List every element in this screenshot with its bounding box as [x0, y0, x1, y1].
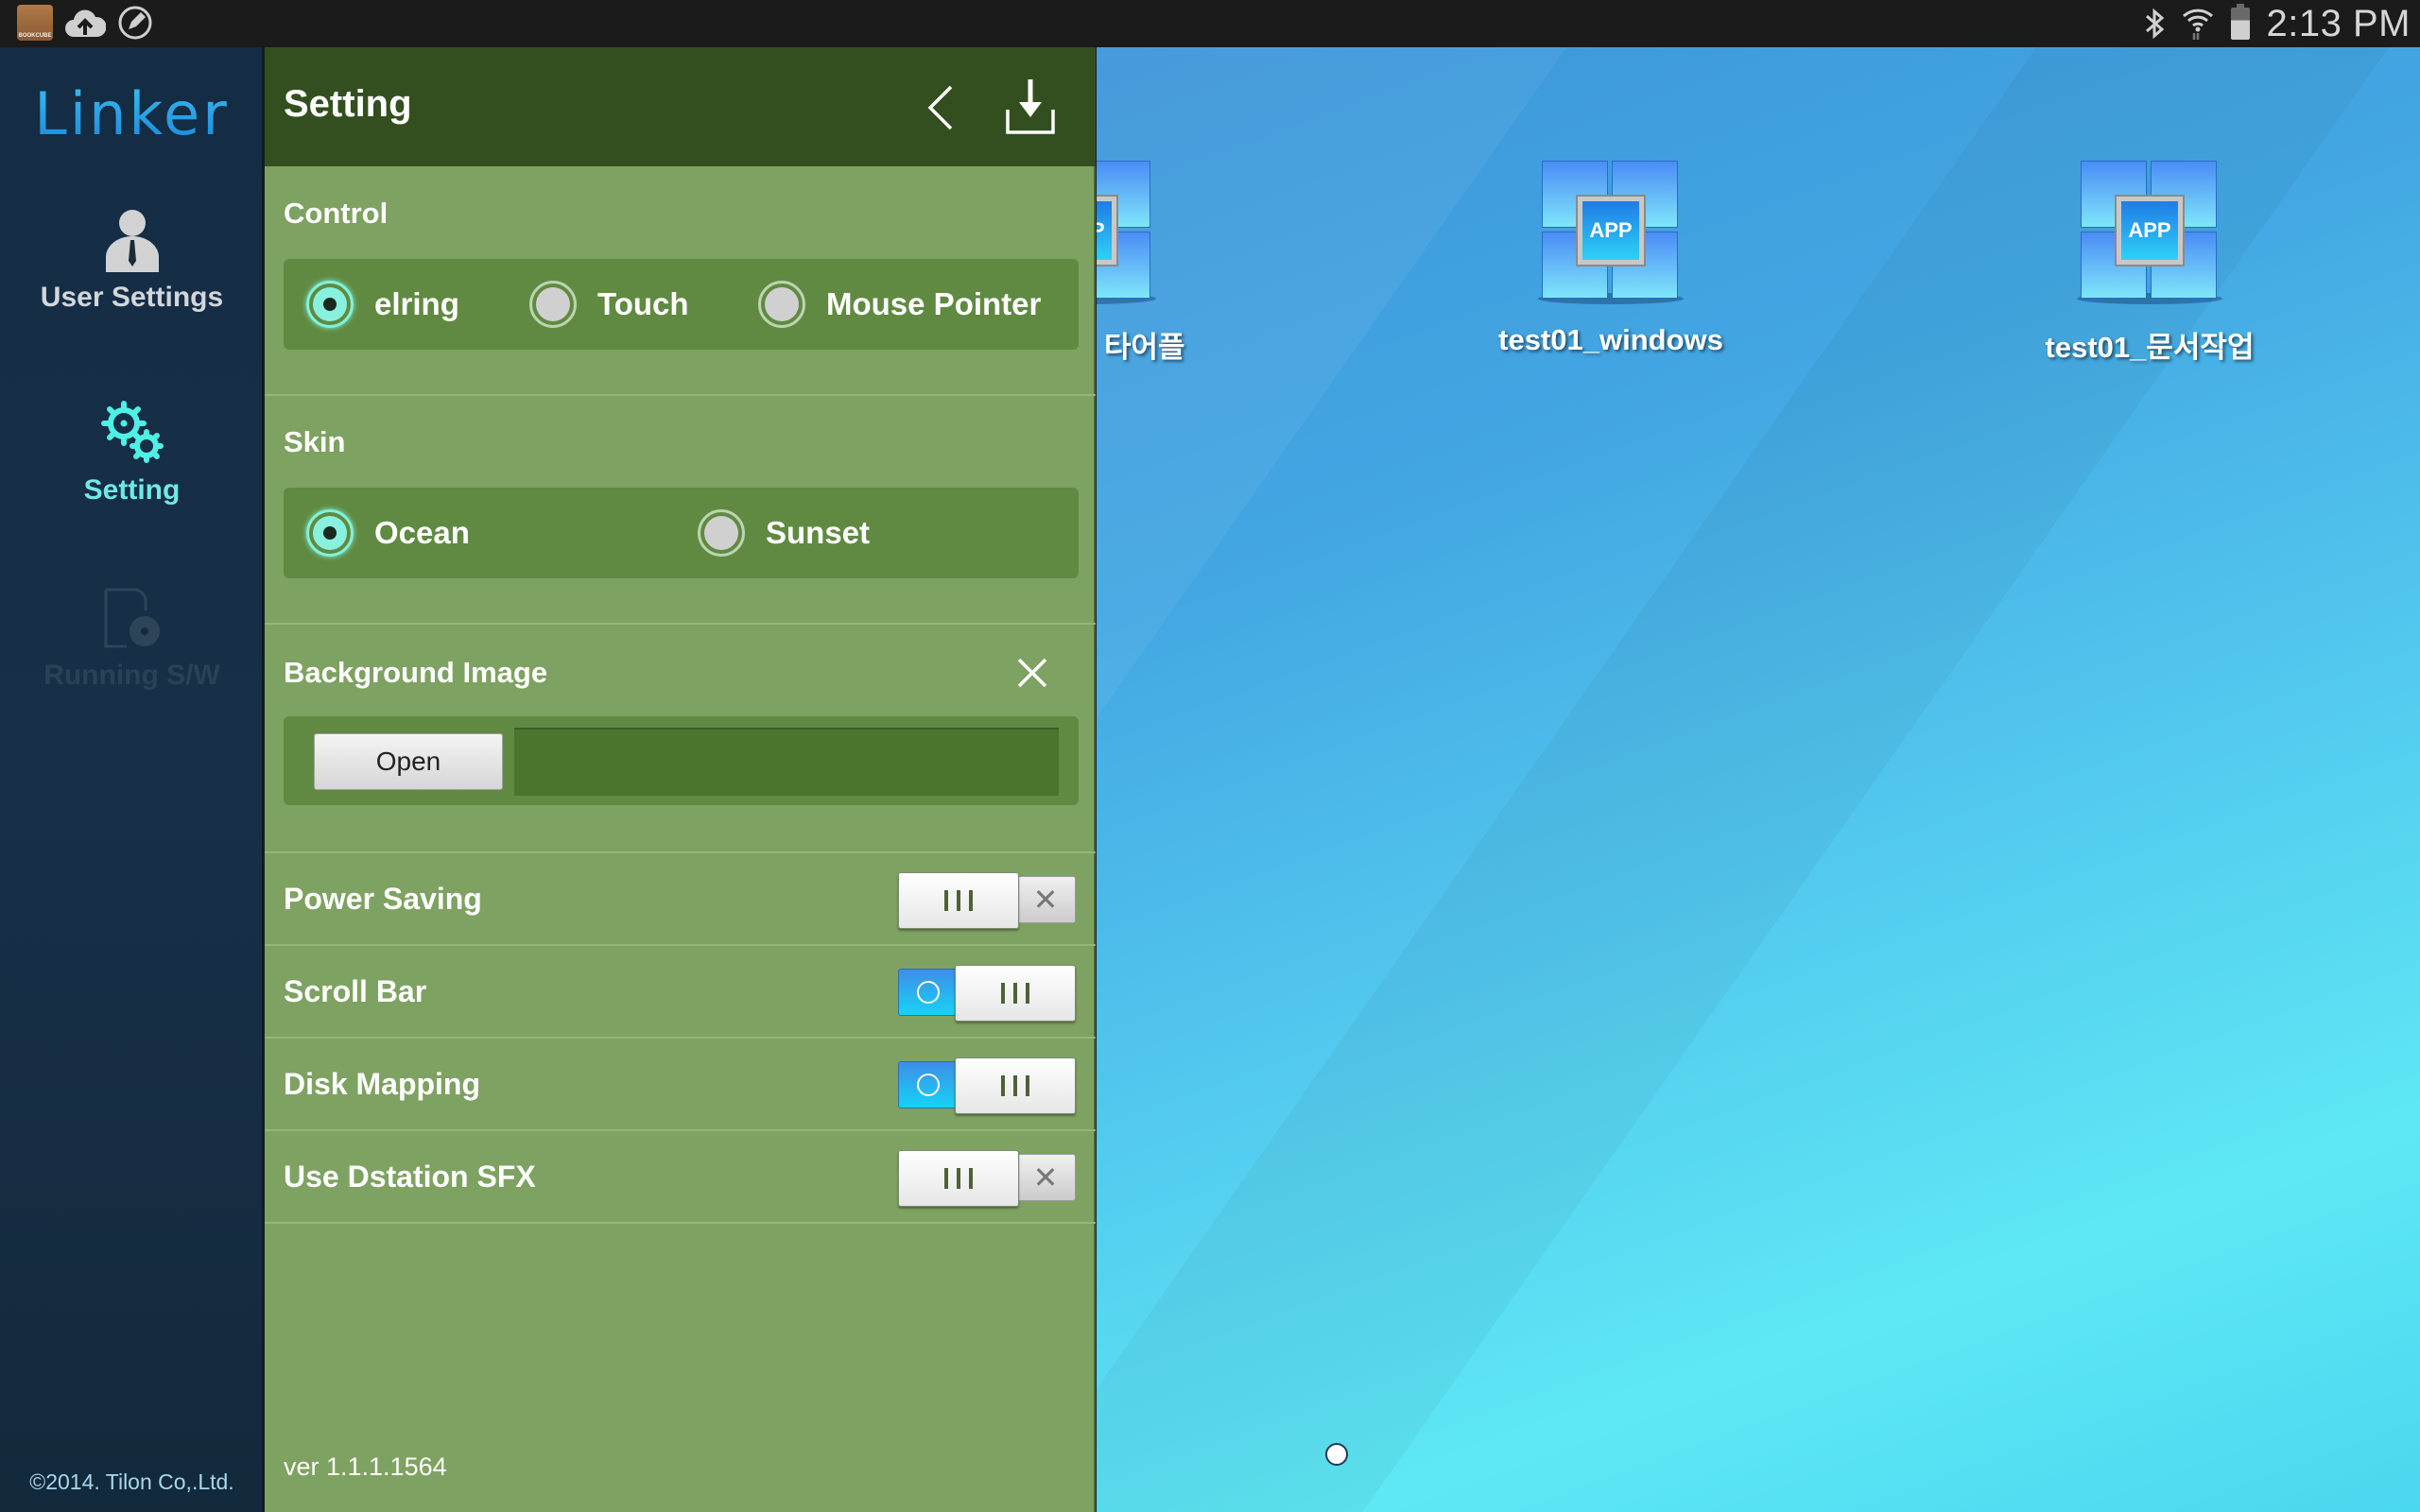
toggle-off-x-icon: ✕ [1015, 1154, 1076, 1201]
toggle-row-disk-mapping: Disk Mapping [265, 1039, 1096, 1131]
radio-skin-sunset[interactable]: Sunset [698, 488, 870, 578]
sidebar: Linker User Settings Setting Running S/W… [0, 47, 264, 1512]
radio-control-mouse-pointer[interactable]: Mouse Pointer [758, 259, 1041, 350]
wifi-icon [2182, 9, 2213, 40]
sidebar-item-user-settings[interactable]: User Settings [0, 210, 264, 314]
toggle-knob-grip-icon[interactable] [955, 965, 1076, 1022]
settings-panel: Setting Control elring Touch Mouse Point… [265, 47, 1096, 1512]
copyright: ©2014. Tilon Co,.Ltd. [29, 1469, 234, 1494]
open-button[interactable]: Open [314, 733, 503, 790]
app-name: 타어플 [1104, 331, 1185, 364]
download-save-icon[interactable] [1002, 76, 1059, 136]
sidebar-item-label: Setting [83, 474, 181, 506]
user-icon [105, 210, 159, 272]
radio-label: Sunset [766, 515, 871, 550]
disk-mapping-toggle[interactable] [898, 1057, 1076, 1114]
page-title: Setting [284, 83, 412, 125]
version-label: ver 1.1.1.1564 [284, 1452, 447, 1481]
running-software-icon [104, 588, 160, 648]
divider [265, 394, 1096, 396]
panel-header: Setting [265, 47, 1096, 166]
app-badge: APP [2121, 201, 2178, 260]
toggle-on-circle-icon [898, 1061, 959, 1108]
radio-control-touch[interactable]: Touch [529, 259, 689, 350]
radio-label: Touch [597, 286, 689, 321]
background-image-label: Background Image [284, 656, 548, 689]
desktop-app-icon[interactable]: APP test01_windows [1488, 161, 1734, 357]
radio-label: Mouse Pointer [826, 286, 1042, 321]
toggle-row-use-dstation-sfx: Use Dstation SFX ✕ [265, 1131, 1096, 1224]
radio-unchecked-icon [529, 281, 577, 328]
control-radio-group: elring Touch Mouse Pointer [284, 259, 1079, 350]
toggle-knob-grip-icon[interactable] [955, 1057, 1076, 1114]
use-dstation-sfx-toggle[interactable]: ✕ [898, 1150, 1076, 1207]
radio-unchecked-icon [698, 509, 745, 557]
sidebar-item-label: User Settings [40, 282, 224, 313]
radio-label: Ocean [374, 515, 470, 550]
toggle-row-power-saving: Power Saving ✕ [265, 853, 1096, 946]
control-label: Control [284, 197, 389, 230]
gears-icon [100, 401, 164, 463]
app-badge: APP [1097, 201, 1112, 260]
desktop-app-icon[interactable]: APP 타어플 [1097, 161, 1206, 366]
radio-unchecked-icon [758, 281, 805, 328]
toggle-off-x-icon: ✕ [1015, 876, 1076, 923]
app-name: test01_windows [1498, 323, 1723, 356]
toggle-label: Disk Mapping [284, 1067, 481, 1101]
desktop-app-icon[interactable]: APP test01_문서작업 [2027, 161, 2273, 366]
sidebar-item-label: Running S/W [43, 660, 220, 691]
clock: 2:13 PM [2266, 2, 2411, 44]
bookcube-label: BOOKCUBE [18, 33, 52, 39]
radio-skin-ocean[interactable]: Ocean [306, 488, 470, 578]
battery-icon [2230, 4, 2250, 40]
toggle-row-scroll-bar: Scroll Bar [265, 946, 1096, 1039]
page-indicator-dot[interactable] [1325, 1443, 1348, 1466]
app-name: test01_문서작업 [2045, 331, 2255, 364]
radio-control-elring[interactable]: elring [306, 259, 459, 350]
scroll-bar-toggle[interactable] [898, 965, 1076, 1022]
radio-checked-icon [306, 281, 354, 328]
app-icon: APP [1538, 161, 1684, 304]
app-badge: APP [1582, 201, 1639, 260]
toggle-knob-grip-icon[interactable] [898, 1150, 1019, 1207]
toggle-label: Use Dstation SFX [284, 1160, 536, 1194]
toggle-label: Scroll Bar [284, 974, 427, 1008]
radio-checked-icon [306, 509, 354, 557]
app-icon: APP [2077, 161, 2222, 304]
bookcube-app-icon[interactable]: BOOKCUBE [17, 5, 53, 41]
skin-radio-group: Ocean Sunset [284, 488, 1079, 578]
background-image-picker: Open [284, 716, 1079, 805]
app-icon: APP [1097, 161, 1156, 304]
divider [265, 623, 1096, 625]
power-saving-toggle[interactable]: ✕ [898, 872, 1076, 929]
edit-circle-icon[interactable] [117, 5, 153, 41]
toggle-label: Power Saving [284, 882, 482, 916]
back-chevron-icon[interactable] [917, 81, 964, 134]
background-image-path-field[interactable] [514, 728, 1059, 796]
sidebar-item-setting[interactable]: Setting [0, 399, 264, 507]
bluetooth-icon [2145, 8, 2164, 40]
status-bar: BOOKCUBE 2:13 PM [0, 0, 2420, 47]
skin-label: Skin [284, 425, 346, 458]
close-icon[interactable] [1011, 652, 1053, 694]
sidebar-item-running-sw[interactable]: Running S/W [0, 588, 264, 692]
remote-desktop[interactable]: APP 타어플 APP test01_windows APP test01_문서… [1097, 47, 2420, 1512]
toggle-knob-grip-icon[interactable] [898, 872, 1019, 929]
cloud-upload-icon[interactable] [64, 7, 106, 39]
app-logo: Linker [0, 79, 264, 148]
toggle-on-circle-icon [898, 969, 959, 1016]
radio-label: elring [374, 286, 459, 321]
